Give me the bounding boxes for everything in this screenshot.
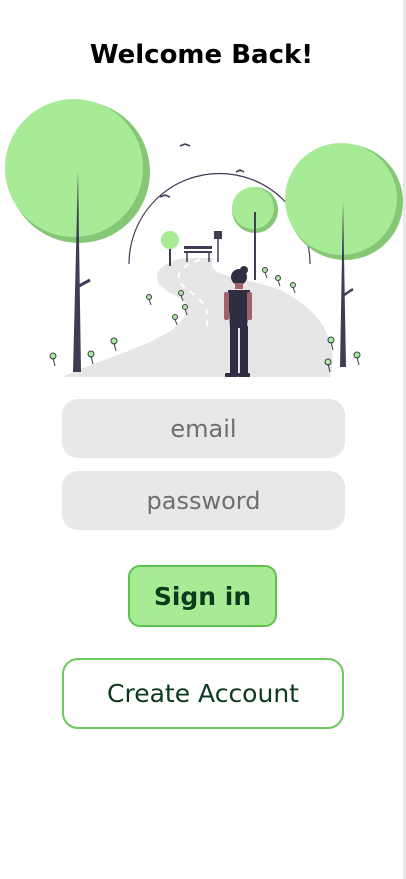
email-field[interactable]	[62, 399, 345, 458]
create-account-button[interactable]: Create Account	[62, 658, 344, 729]
bench	[184, 246, 212, 249]
login-screen: Welcome Back! email Sign in Create Accou…	[0, 0, 403, 879]
right-tree	[285, 143, 397, 255]
arc-line	[128, 172, 311, 265]
password-field[interactable]	[62, 471, 345, 530]
park-illustration	[5, 99, 403, 377]
bird-icon	[179, 143, 191, 147]
lamp	[214, 231, 222, 239]
small-tree	[161, 231, 179, 249]
medium-tree	[232, 187, 274, 229]
page-title: Welcome Back!	[89, 40, 314, 70]
sign-in-button[interactable]: Sign in	[128, 565, 277, 627]
left-tree	[5, 99, 143, 237]
path-road	[62, 258, 333, 377]
